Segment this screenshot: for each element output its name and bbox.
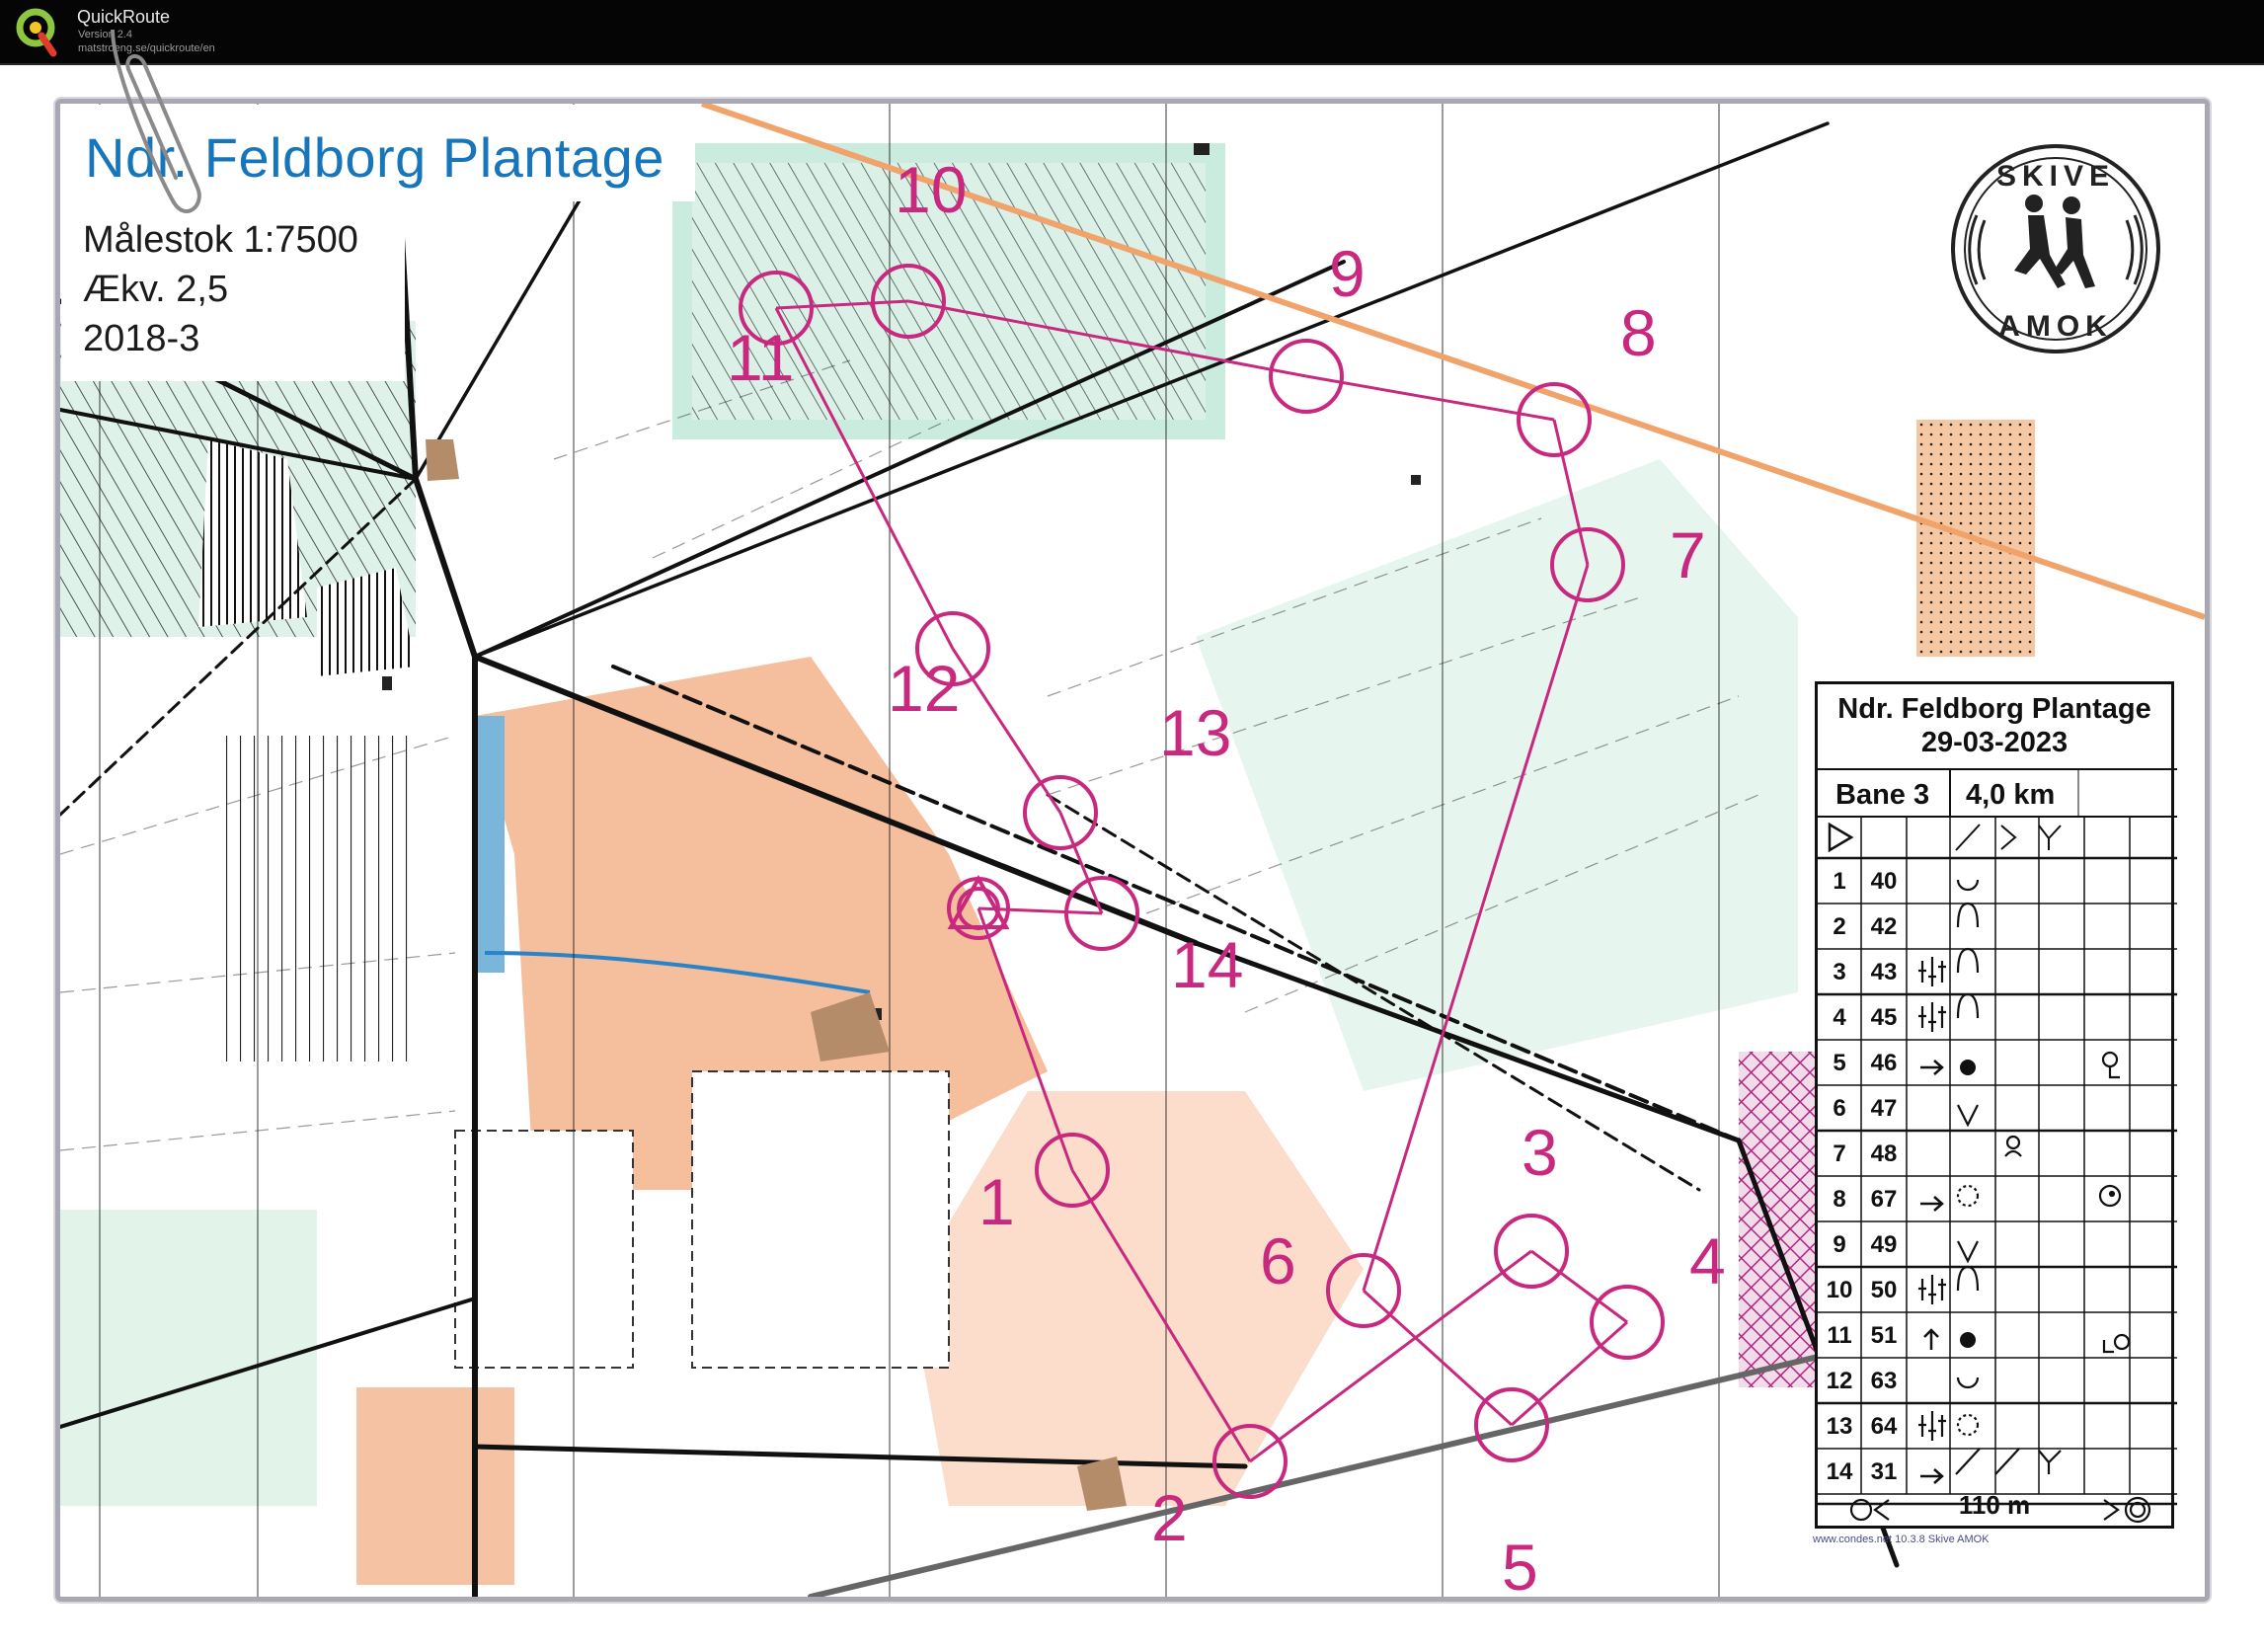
club-logo-bottom-text: AMOK [1998, 310, 2113, 343]
card-row-code: 49 [1870, 1231, 1898, 1258]
card-row-number: 13 [1826, 1413, 1853, 1440]
control-number-14: 14 [1171, 928, 1243, 1001]
control-number-1: 1 [978, 1165, 1015, 1238]
start-triangle-icon [1828, 822, 1854, 853]
map-edition: 2018-3 [83, 318, 200, 359]
control-number-12: 12 [888, 652, 960, 725]
card-row-code: 67 [1870, 1186, 1898, 1213]
map-credit: www.condes.net 10.3.8 Skive AMOK [1813, 1534, 1990, 1545]
map-scale: Målestok 1:7500 [83, 219, 358, 261]
card-row-code: 43 [1870, 959, 1898, 985]
control-description-card: Ndr. Feldborg Plantage 29-03-2023 Bane 3… [1815, 681, 2177, 1529]
map-contour-interval: Ækv. 2,5 [83, 269, 229, 310]
control-number-2: 2 [1151, 1481, 1188, 1554]
card-event-date: 29-03-2023 [1920, 727, 2069, 758]
card-course-length: 4,0 km [1966, 779, 2056, 811]
control-number-5: 5 [1502, 1531, 1538, 1597]
card-row-code: 40 [1870, 868, 1898, 895]
card-row-number: 1 [1833, 868, 1846, 895]
control-number-13: 13 [1159, 696, 1231, 769]
card-row-number: 6 [1833, 1095, 1846, 1122]
card-row-number: 8 [1833, 1186, 1846, 1213]
card-row-number: 11 [1827, 1322, 1852, 1349]
card-row-code: 64 [1870, 1413, 1898, 1440]
control-number-8: 8 [1620, 296, 1657, 369]
card-row-number: 4 [1833, 1004, 1846, 1031]
card-row-code: 47 [1870, 1095, 1898, 1122]
card-row-code: 63 [1870, 1368, 1898, 1394]
app-title-bar: QuickRoute Version 2.4 matstroeng.se/qui… [0, 0, 2264, 65]
card-row-code: 45 [1870, 1004, 1898, 1031]
club-logo: SKIVE AMOK [1917, 126, 2178, 379]
control-number-7: 7 [1670, 518, 1706, 591]
card-row-code: 46 [1870, 1050, 1898, 1076]
card-row-code: 51 [1870, 1322, 1898, 1349]
card-row-number: 14 [1826, 1458, 1853, 1485]
card-row-number: 12 [1826, 1368, 1853, 1394]
card-finish-distance: 110 m [1958, 1490, 2031, 1520]
control-number-4: 4 [1689, 1224, 1726, 1298]
control-number-11: 11 [727, 321, 795, 394]
card-course-name: Bane 3 [1835, 779, 1930, 811]
card-row-number: 2 [1833, 913, 1846, 940]
control-number-3: 3 [1522, 1116, 1558, 1189]
club-logo-top-text: SKIVE [1996, 160, 2115, 193]
card-row-number: 3 [1833, 959, 1846, 985]
quickroute-logo-icon [16, 8, 57, 57]
card-row-code: 48 [1870, 1141, 1898, 1167]
app-name: QuickRoute [77, 7, 171, 27]
card-event-title: Ndr. Feldborg Plantage 29-03-2023 [1818, 692, 2171, 759]
card-row-code: 42 [1870, 913, 1898, 940]
control-number-10: 10 [895, 153, 967, 226]
card-row-code: 50 [1870, 1277, 1898, 1303]
card-event-name: Ndr. Feldborg Plantage [1837, 693, 2151, 725]
control-number-9: 9 [1329, 237, 1366, 310]
card-row-code: 31 [1870, 1458, 1898, 1485]
card-row-number: 5 [1833, 1050, 1846, 1076]
card-row-number: 9 [1833, 1231, 1846, 1258]
paperclip-icon [111, 30, 201, 213]
card-row-number: 7 [1833, 1141, 1846, 1167]
control-number-6: 6 [1260, 1224, 1296, 1298]
card-row-number: 10 [1826, 1277, 1853, 1303]
